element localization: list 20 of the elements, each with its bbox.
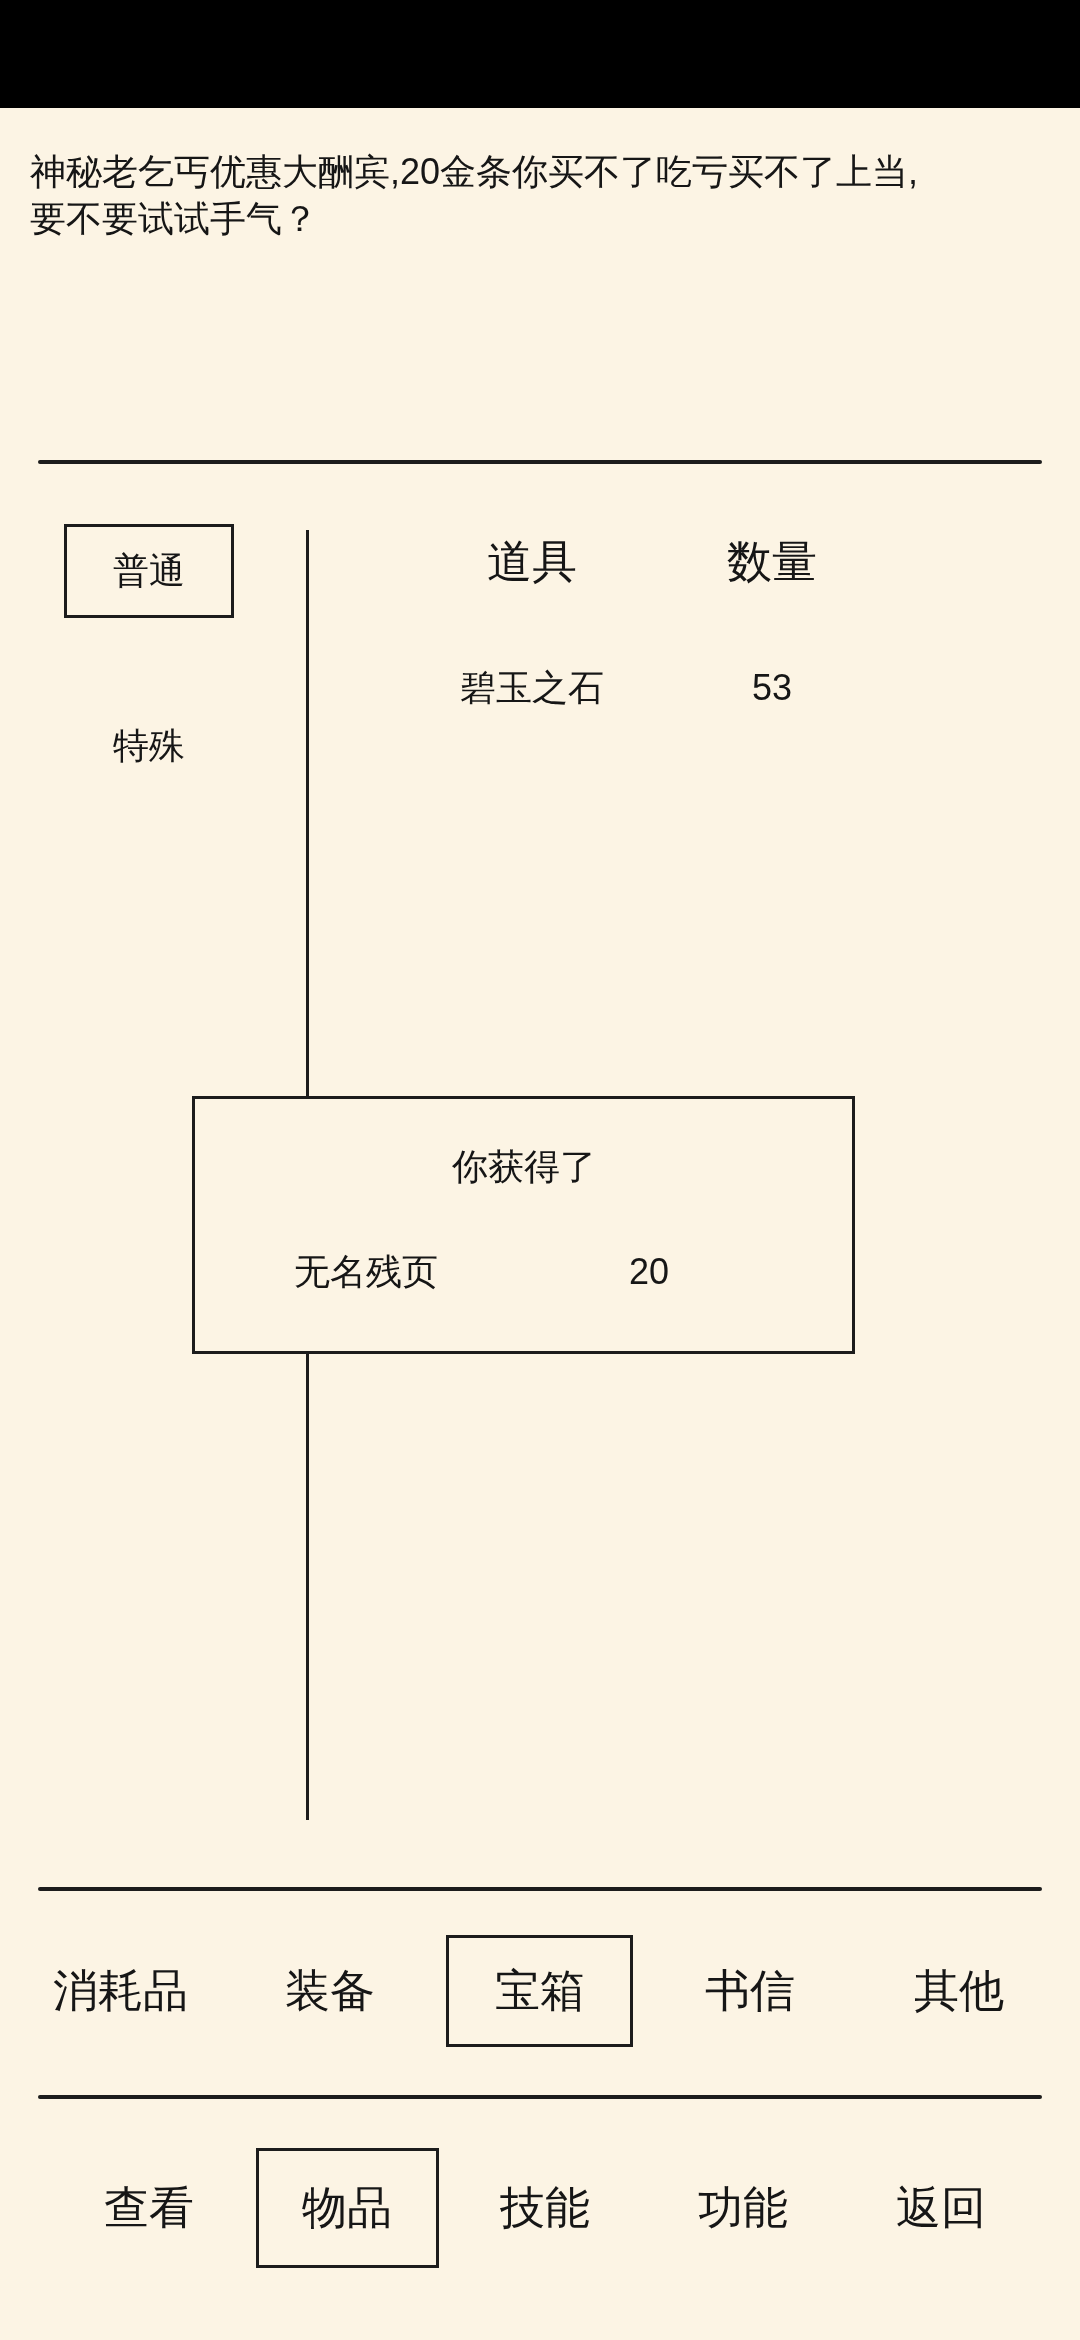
category-tab[interactable]: 宝箱 <box>446 1935 634 2047</box>
subtab[interactable]: 普通 <box>64 524 234 618</box>
category-tab[interactable]: 消耗品 <box>27 1935 215 2047</box>
column-header: 道具 <box>487 535 577 589</box>
category-tab[interactable]: 装备 <box>236 1935 424 2047</box>
nav-tab[interactable]: 功能 <box>651 2148 835 2268</box>
category-tab[interactable]: 书信 <box>656 1935 844 2047</box>
category-tab[interactable]: 其他 <box>865 1935 1053 2047</box>
nav-tab[interactable]: 返回 <box>849 2148 1033 2268</box>
nav-tab[interactable]: 物品 <box>255 2148 439 2268</box>
nav-tab[interactable]: 查看 <box>57 2148 241 2268</box>
reward-count: 20 <box>629 1250 670 1293</box>
dialog-title: 你获得了 <box>451 1145 596 1188</box>
dialogue-text: 神秘老乞丐优惠大酬宾,20金条你买不了吃亏买不了上当, 要不要试试手气？ <box>30 150 920 241</box>
column-header: 数量 <box>727 535 817 589</box>
reward-name: 无名残页 <box>294 1250 439 1293</box>
nav-tab[interactable]: 技能 <box>453 2148 637 2268</box>
table-cell: 碧玉之石 <box>460 666 604 709</box>
subtab[interactable]: 特殊 <box>64 699 234 793</box>
table-cell: 53 <box>751 666 792 709</box>
